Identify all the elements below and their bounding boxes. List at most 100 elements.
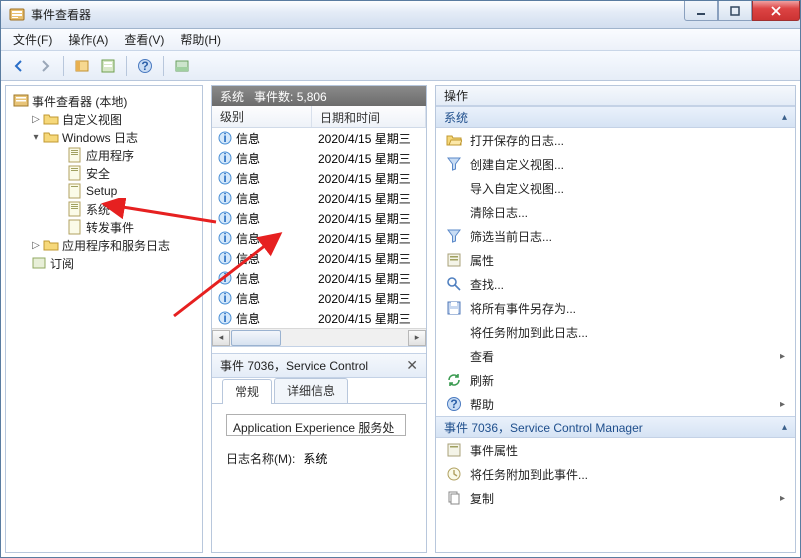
table-row[interactable]: i信息2020/4/15 星期三 — [212, 248, 426, 268]
actions-pane: 操作 系统▴ 打开保存的日志... 创建自定义视图... 导入自定义视图... … — [435, 85, 796, 553]
tree-security[interactable]: 安全 — [66, 164, 200, 182]
menu-file[interactable]: 文件(F) — [5, 29, 60, 50]
action-open-saved-log[interactable]: 打开保存的日志... — [436, 128, 795, 152]
action-create-custom-view[interactable]: 创建自定义视图... — [436, 152, 795, 176]
action-properties[interactable]: 属性 — [436, 248, 795, 272]
tree-root[interactable]: 事件查看器 (本地) — [12, 92, 200, 110]
horizontal-scrollbar[interactable]: ◂ ▸ — [212, 328, 426, 346]
tree-windows-logs[interactable]: ▾Windows 日志 — [30, 128, 200, 146]
back-button[interactable] — [7, 54, 31, 78]
table-row[interactable]: i信息2020/4/15 星期三 — [212, 128, 426, 148]
log-icon — [67, 183, 83, 199]
table-row[interactable]: i信息2020/4/15 星期三 — [212, 208, 426, 228]
folder-icon — [43, 129, 59, 145]
action-event-properties[interactable]: 事件属性 — [436, 438, 795, 462]
action-copy[interactable]: 复制▸ — [436, 486, 795, 510]
find-icon — [446, 276, 462, 292]
titlebar[interactable]: 事件查看器 — [1, 1, 800, 29]
col-level[interactable]: 级别 — [212, 106, 312, 127]
client-area: 事件查看器 (本地) ▷自定义视图 ▾Windows 日志 应用程序 安全 Se… — [1, 81, 800, 557]
scroll-track[interactable] — [231, 330, 407, 346]
action-help[interactable]: ?帮助▸ — [436, 392, 795, 416]
table-row[interactable]: i信息2020/4/15 星期三 — [212, 268, 426, 288]
detail-tabs: 常规 详细信息 — [212, 378, 426, 404]
table-row[interactable]: i信息2020/4/15 星期三 — [212, 188, 426, 208]
actions-list[interactable]: 系统▴ 打开保存的日志... 创建自定义视图... 导入自定义视图... 清除日… — [436, 106, 795, 552]
table-row[interactable]: i信息2020/4/15 星期三 — [212, 228, 426, 248]
blank-icon — [446, 180, 462, 196]
action-find[interactable]: 查找... — [436, 272, 795, 296]
preview-pane-button[interactable] — [170, 54, 194, 78]
events-pane: 系统 事件数: 5,806 级别 日期和时间 i信息2020/4/15 星期三 … — [211, 85, 427, 553]
grid-body[interactable]: i信息2020/4/15 星期三 i信息2020/4/15 星期三 i信息202… — [212, 128, 426, 328]
refresh-icon — [446, 372, 462, 388]
close-button[interactable] — [752, 1, 800, 21]
table-row[interactable]: i信息2020/4/15 星期三 — [212, 308, 426, 328]
info-icon: i — [218, 131, 232, 145]
tab-general-content: Application Experience 服务处 日志名称(M): 系统 — [212, 404, 426, 552]
info-icon: i — [218, 191, 232, 205]
tree-setup[interactable]: Setup — [66, 182, 200, 200]
scroll-right-button[interactable]: ▸ — [408, 330, 426, 346]
tree-application[interactable]: 应用程序 — [66, 146, 200, 164]
help-button[interactable]: ? — [133, 54, 157, 78]
app-icon — [9, 7, 25, 23]
table-row[interactable]: i信息2020/4/15 星期三 — [212, 288, 426, 308]
action-save-all-events-as[interactable]: 将所有事件另存为... — [436, 296, 795, 320]
table-row[interactable]: i信息2020/4/15 星期三 — [212, 168, 426, 188]
action-attach-task-to-log[interactable]: 将任务附加到此日志... — [436, 320, 795, 344]
action-clear-log[interactable]: 清除日志... — [436, 200, 795, 224]
blank-icon — [446, 204, 462, 220]
events-grid[interactable]: 级别 日期和时间 i信息2020/4/15 星期三 i信息2020/4/15 星… — [212, 106, 426, 347]
collapse-icon[interactable]: ▾ — [30, 131, 42, 143]
collapse-icon[interactable]: ▴ — [782, 422, 787, 433]
properties-button[interactable] — [96, 54, 120, 78]
log-icon — [67, 219, 83, 235]
action-filter-current-log[interactable]: 筛选当前日志... — [436, 224, 795, 248]
col-datetime[interactable]: 日期和时间 — [312, 106, 426, 127]
properties-icon — [446, 252, 462, 268]
collapse-icon[interactable]: ▴ — [782, 112, 787, 123]
tree-forwarded[interactable]: 转发事件 — [66, 218, 200, 236]
subscriptions-icon — [31, 255, 47, 271]
menu-help[interactable]: 帮助(H) — [172, 29, 229, 50]
show-hide-tree-button[interactable] — [70, 54, 94, 78]
tree-system[interactable]: 系统 — [66, 200, 200, 218]
save-icon — [446, 300, 462, 316]
scroll-thumb[interactable] — [231, 330, 281, 346]
minimize-button[interactable] — [684, 1, 718, 21]
detail-close-button[interactable]: ✕ — [406, 357, 418, 374]
window-buttons — [684, 1, 800, 28]
toolbar-separator — [63, 56, 64, 76]
event-description-box[interactable]: Application Experience 服务处 — [226, 414, 406, 436]
console-tree[interactable]: 事件查看器 (本地) ▷自定义视图 ▾Windows 日志 应用程序 安全 Se… — [8, 92, 200, 272]
grid-header[interactable]: 级别 日期和时间 — [212, 106, 426, 128]
tree-custom-views[interactable]: ▷自定义视图 — [30, 110, 200, 128]
svg-text:i: i — [223, 271, 226, 285]
action-view[interactable]: 查看▸ — [436, 344, 795, 368]
help-icon: ? — [446, 396, 462, 412]
tab-general[interactable]: 常规 — [222, 379, 272, 404]
menu-view[interactable]: 查看(V) — [116, 29, 172, 50]
log-icon — [67, 165, 83, 181]
svg-text:i: i — [223, 311, 226, 325]
expand-icon[interactable]: ▷ — [30, 239, 42, 251]
scroll-left-button[interactable]: ◂ — [212, 330, 230, 346]
action-import-custom-view[interactable]: 导入自定义视图... — [436, 176, 795, 200]
forward-button[interactable] — [33, 54, 57, 78]
actions-group-event[interactable]: 事件 7036，Service Control Manager▴ — [436, 416, 795, 438]
actions-group-system[interactable]: 系统▴ — [436, 106, 795, 128]
action-attach-task-to-event[interactable]: 将任务附加到此事件... — [436, 462, 795, 486]
tree-app-service-logs[interactable]: ▷应用程序和服务日志 — [30, 236, 200, 254]
table-row[interactable]: i信息2020/4/15 星期三 — [212, 148, 426, 168]
expand-icon[interactable]: ▷ — [30, 113, 42, 125]
maximize-button[interactable] — [718, 1, 752, 21]
action-refresh[interactable]: 刷新 — [436, 368, 795, 392]
menubar: 文件(F) 操作(A) 查看(V) 帮助(H) — [1, 29, 800, 51]
menu-action[interactable]: 操作(A) — [60, 29, 116, 50]
tree-subscriptions[interactable]: 订阅 — [30, 254, 200, 272]
console-tree-pane[interactable]: 事件查看器 (本地) ▷自定义视图 ▾Windows 日志 应用程序 安全 Se… — [5, 85, 203, 553]
tab-details[interactable]: 详细信息 — [274, 378, 348, 403]
tree-label: 系统 — [86, 201, 110, 218]
log-name-value: 系统 — [303, 450, 327, 467]
